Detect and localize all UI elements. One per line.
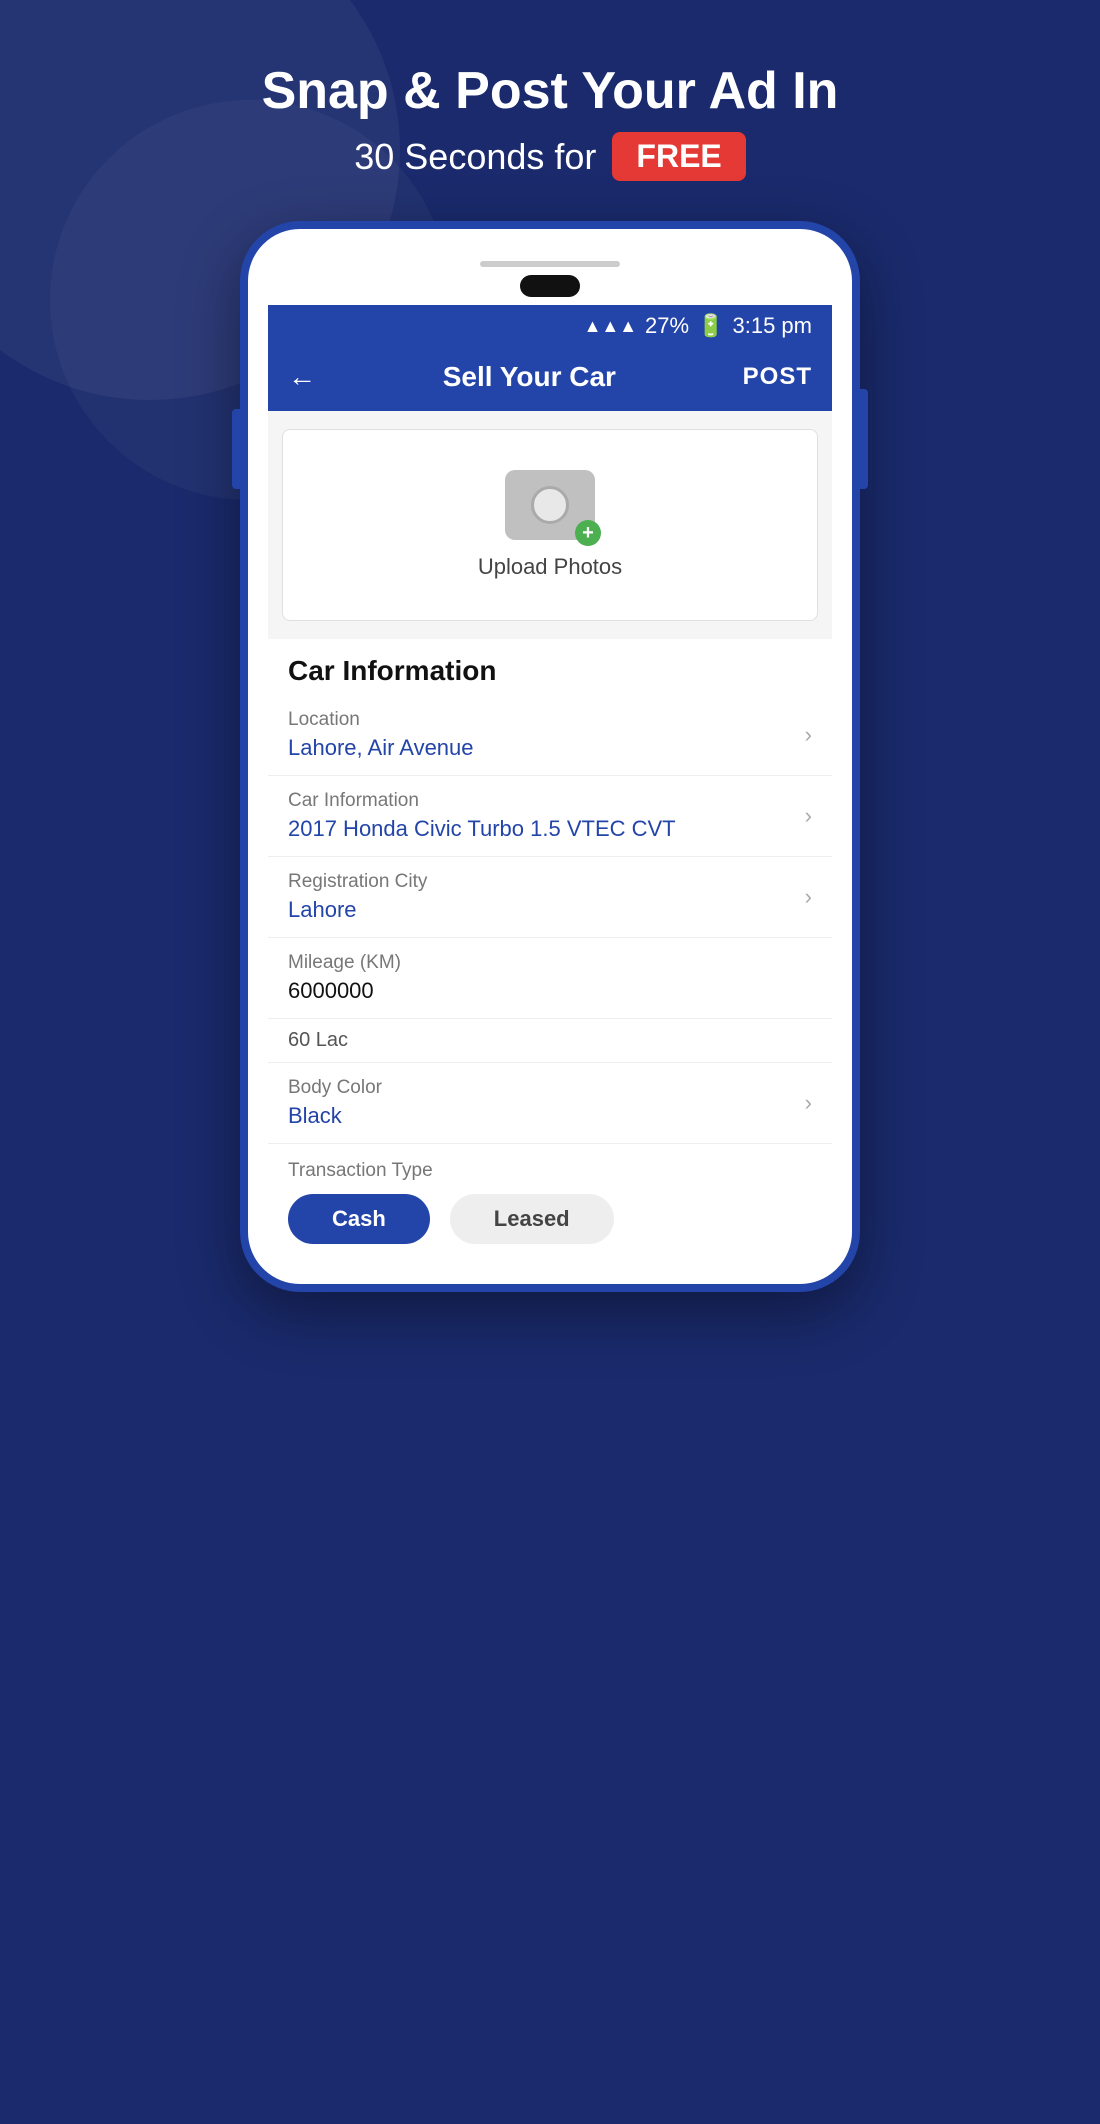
- body-color-value: Black: [288, 1103, 382, 1129]
- header-section: Snap & Post Your Ad In 30 Seconds for FR…: [0, 0, 1100, 221]
- body-color-label: Body Color: [288, 1077, 382, 1099]
- phone-outer: ▲▲▲ 27% 🔋 3:15 pm ← Sell Your Car POST: [240, 221, 860, 1292]
- car-info-value: 2017 Honda Civic Turbo 1.5 VTEC CVT: [288, 816, 676, 842]
- reg-city-field[interactable]: Registration City Lahore ›: [268, 857, 832, 938]
- phone-wrapper: ▲▲▲ 27% 🔋 3:15 pm ← Sell Your Car POST: [0, 221, 1100, 1292]
- car-info-label: Car Information: [288, 790, 676, 812]
- body-color-field[interactable]: Body Color Black ›: [268, 1063, 832, 1144]
- leased-button[interactable]: Leased: [450, 1194, 614, 1244]
- time-text: 3:15 pm: [733, 313, 813, 339]
- phone-screen: ▲▲▲ 27% 🔋 3:15 pm ← Sell Your Car POST: [268, 249, 832, 1264]
- upload-section[interactable]: + Upload Photos: [282, 429, 818, 621]
- camera-pill: [520, 275, 580, 297]
- reg-city-label: Registration City: [288, 871, 427, 893]
- transaction-section: Transaction Type Cash Leased: [268, 1144, 832, 1264]
- car-information-title: Car Information: [268, 639, 832, 695]
- location-inner: Location Lahore, Air Avenue: [288, 709, 474, 761]
- body-color-arrow-icon: ›: [805, 1090, 812, 1116]
- transaction-buttons: Cash Leased: [288, 1194, 812, 1244]
- camera-icon-wrap: +: [505, 470, 595, 540]
- car-info-arrow-icon: ›: [805, 803, 812, 829]
- phone-top: [268, 249, 832, 305]
- mileage-value: 6000000: [288, 978, 812, 1004]
- free-badge: FREE: [612, 132, 745, 181]
- signal-icon: ▲▲▲: [584, 316, 637, 337]
- reg-city-arrow-icon: ›: [805, 884, 812, 910]
- location-field[interactable]: Location Lahore, Air Avenue ›: [268, 695, 832, 776]
- camera-plus-icon: +: [575, 520, 601, 546]
- reg-city-inner: Registration City Lahore: [288, 871, 427, 923]
- notch-bar: [480, 261, 620, 267]
- mileage-field: Mileage (KM) 6000000: [268, 938, 832, 1019]
- header-subtitle: 30 Seconds for FREE: [0, 132, 1100, 181]
- location-value: Lahore, Air Avenue: [288, 735, 474, 761]
- cash-button[interactable]: Cash: [288, 1194, 430, 1244]
- subtitle-text: 30 Seconds for: [354, 136, 596, 178]
- car-info-inner: Car Information 2017 Honda Civic Turbo 1…: [288, 790, 676, 842]
- post-button[interactable]: POST: [743, 363, 812, 391]
- main-content: + Upload Photos Car Information Location…: [268, 429, 832, 1264]
- nav-title: Sell Your Car: [443, 361, 616, 393]
- price-value: 60 Lac: [288, 1029, 348, 1051]
- back-button[interactable]: ←: [288, 361, 316, 393]
- status-bar: ▲▲▲ 27% 🔋 3:15 pm: [268, 305, 832, 347]
- header-title-line1: Snap & Post Your Ad In: [0, 60, 1100, 122]
- upload-label: Upload Photos: [478, 554, 622, 580]
- body-color-inner: Body Color Black: [288, 1077, 382, 1129]
- reg-city-value: Lahore: [288, 897, 427, 923]
- transaction-label: Transaction Type: [288, 1160, 812, 1182]
- price-row: 60 Lac: [268, 1019, 832, 1063]
- location-arrow-icon: ›: [805, 722, 812, 748]
- camera-lens: [531, 486, 569, 524]
- battery-icon: 🔋: [697, 313, 724, 339]
- location-label: Location: [288, 709, 474, 731]
- mileage-label: Mileage (KM): [288, 952, 812, 974]
- car-info-field[interactable]: Car Information 2017 Honda Civic Turbo 1…: [268, 776, 832, 857]
- nav-bar: ← Sell Your Car POST: [268, 347, 832, 411]
- battery-text: 27%: [645, 313, 689, 339]
